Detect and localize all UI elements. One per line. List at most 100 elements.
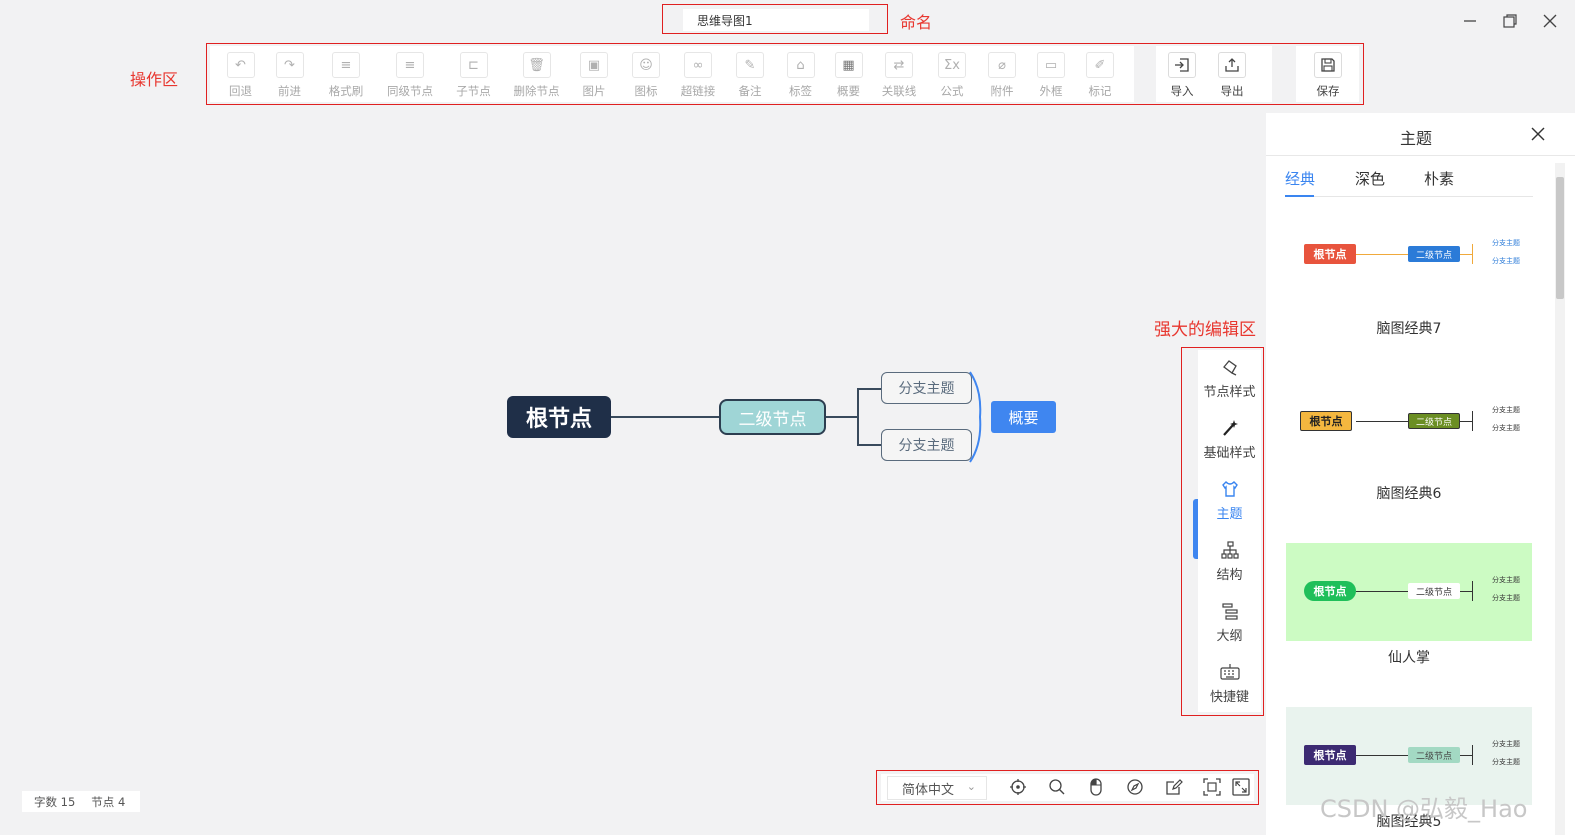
frame-button[interactable]: ▭ 外框 [1026, 46, 1076, 99]
theme-preview-root: 根节点 [1300, 411, 1352, 431]
tool-label: 概要 [837, 84, 860, 98]
second-level-node[interactable]: 二级节点 [719, 399, 826, 435]
undo-button[interactable]: ↶ 回退 [216, 46, 265, 99]
close-icon[interactable] [1530, 123, 1546, 147]
mark-icon: ✐ [1086, 52, 1114, 78]
scrollbar-thumb[interactable] [1556, 177, 1564, 299]
emoji-icon: ☺ [632, 52, 660, 78]
theme-preview-line [1356, 591, 1408, 592]
search-icon[interactable] [1048, 778, 1066, 800]
toolbar-annotation-box: ↶ 回退 ↷ 前进 ≡ 格式刷 ≡ 同级节点 ⊏ 子节点 🗑 删除节点 ▣ 图片 ☺ 图标 ∞ 超链接 ✎ 备注 ⌂ 标签… [206, 43, 1364, 105]
theme-preview-branch: 分支主题 [1492, 594, 1520, 602]
summary-node[interactable]: 概要 [991, 401, 1056, 433]
branch-node[interactable]: 分支主题 [881, 372, 972, 404]
tab-simple[interactable]: 朴素 [1424, 168, 1454, 189]
side-tab-label: 基础样式 [1203, 446, 1256, 461]
status-bar: 字数 15 节点 4 [22, 791, 140, 812]
toolbar-save-group: 保存 [1296, 46, 1359, 102]
theme-preview-second: 二级节点 [1408, 583, 1460, 599]
tool-label: 备注 [738, 84, 762, 98]
divider [1266, 155, 1575, 156]
side-tab-node-style[interactable]: 节点样式 [1198, 356, 1261, 400]
branch-connector-top [857, 388, 881, 390]
import-button[interactable]: 导入 [1168, 46, 1196, 99]
theme-preview-root: 根节点 [1304, 581, 1356, 601]
theme-panel: 主题 经典 深色 朴素 根节点 二级节点 分支主题 分支主题 脑图经典7 根节点 二级节点分… [1266, 113, 1575, 835]
fit-screen-icon[interactable] [1203, 778, 1221, 800]
note-button[interactable]: ✎ 备注 [724, 46, 776, 99]
undo-icon: ↶ [226, 52, 255, 78]
redo-button[interactable]: ↷ 前进 [265, 46, 314, 99]
locate-icon[interactable] [1009, 778, 1027, 800]
theme-preview-line [1356, 254, 1408, 255]
watermark: CSDN @弘毅_Hao [1320, 795, 1528, 823]
theme-card[interactable]: 根节点 二级节点 分支主题 分支主题 [1286, 373, 1532, 471]
node-style-icon [1221, 356, 1239, 378]
tool-label: 超链接 [680, 84, 716, 98]
toolbar-edit-group: ↶ 回退 ↷ 前进 ≡ 格式刷 ≡ 同级节点 ⊏ 子节点 🗑 删除节点 ▣ 图片 ☺ 图标 ∞ 超链接 ✎ 备注 ⌂ 标签… [210, 46, 1134, 102]
structure-icon [1220, 539, 1239, 561]
close-icon[interactable] [1539, 10, 1561, 32]
sibling-node-button[interactable]: ≡ 同级节点 [378, 46, 442, 99]
root-node[interactable]: 根节点 [507, 396, 611, 438]
minimize-icon[interactable] [1459, 10, 1481, 32]
child-node-button[interactable]: ⊏ 子节点 [442, 46, 505, 99]
theme-card[interactable]: 根节点 二级节点 分支主题 分支主题 [1286, 543, 1532, 641]
language-select[interactable]: 简体中文 ⌄ [887, 776, 987, 800]
image-button[interactable]: ▣ 图片 [568, 46, 620, 99]
tag-icon: ⌂ [786, 52, 815, 78]
language-value: 简体中文 [902, 782, 955, 798]
theme-preview-line [1460, 421, 1472, 422]
mark-button[interactable]: ✐ 标记 [1076, 46, 1124, 99]
tool-label: 外框 [1039, 84, 1063, 98]
branch-connector-bottom [857, 444, 881, 446]
relation-line-button[interactable]: ⇄ 关联线 [872, 46, 926, 99]
annotation-naming: 命名 [900, 13, 933, 32]
summary-button[interactable]: ▦ 概要 [825, 46, 872, 99]
theme-name: 仙人掌 [1388, 650, 1430, 666]
tab-dark[interactable]: 深色 [1355, 168, 1385, 189]
mouse-icon[interactable] [1087, 778, 1105, 800]
theme-preview-branch: 分支主题 [1492, 257, 1520, 265]
delete-button[interactable]: 🗑 删除节点 [505, 46, 568, 99]
theme-preview-root: 根节点 [1304, 244, 1356, 264]
side-tab-outline[interactable]: 大纲 [1198, 600, 1261, 644]
format-brush-button[interactable]: ≡ 格式刷 [314, 46, 378, 99]
theme-preview-branch: 分支主题 [1492, 740, 1520, 748]
link-button[interactable]: ∞ 超链接 [672, 46, 724, 99]
tab-bar-line [1285, 196, 1533, 197]
theme-preview-line [1472, 745, 1473, 765]
theme-preview-branch: 分支主题 [1492, 239, 1520, 247]
second-connector [826, 416, 858, 418]
fullscreen-icon[interactable] [1232, 778, 1250, 800]
attachment-button[interactable]: ⌀ 附件 [978, 46, 1026, 99]
theme-preview-second: 二级节点 [1408, 246, 1460, 262]
formula-button[interactable]: Σx 公式 [926, 46, 978, 99]
compass-icon[interactable] [1126, 778, 1144, 800]
tool-label: 格式刷 [328, 84, 364, 98]
tool-label: 公式 [940, 84, 964, 98]
tab-classic[interactable]: 经典 [1285, 168, 1315, 189]
tag-button[interactable]: ⌂ 标签 [776, 46, 825, 99]
side-tab-basic-style[interactable]: 基础样式 [1198, 417, 1261, 461]
formula-icon: Σx [938, 52, 966, 78]
emoji-button[interactable]: ☺ 图标 [620, 46, 672, 99]
side-tab-label: 快捷键 [1209, 690, 1249, 705]
panel-scrollbar[interactable] [1555, 163, 1565, 835]
theme-name: 脑图经典6 [1376, 486, 1442, 502]
save-button[interactable]: 保存 [1314, 46, 1342, 99]
edit-icon[interactable] [1165, 778, 1183, 800]
restore-icon[interactable] [1499, 10, 1521, 32]
theme-name: 脑图经典7 [1376, 321, 1442, 337]
theme-card[interactable]: 根节点 二级节点 分支主题 分支主题 [1286, 206, 1532, 304]
root-connector [611, 416, 719, 418]
filename-input[interactable] [683, 9, 869, 31]
toolbar-io-group: 导入 导出 [1156, 46, 1272, 102]
chevron-down-icon: ⌄ [966, 780, 976, 793]
branch-node[interactable]: 分支主题 [881, 429, 972, 461]
side-tab-theme[interactable]: 主题 [1198, 478, 1261, 522]
side-tab-structure[interactable]: 结构 [1198, 539, 1261, 583]
side-tab-label: 大纲 [1216, 629, 1243, 644]
export-button[interactable]: 导出 [1218, 46, 1246, 99]
side-tab-shortcuts[interactable]: 快捷键 [1198, 661, 1261, 705]
